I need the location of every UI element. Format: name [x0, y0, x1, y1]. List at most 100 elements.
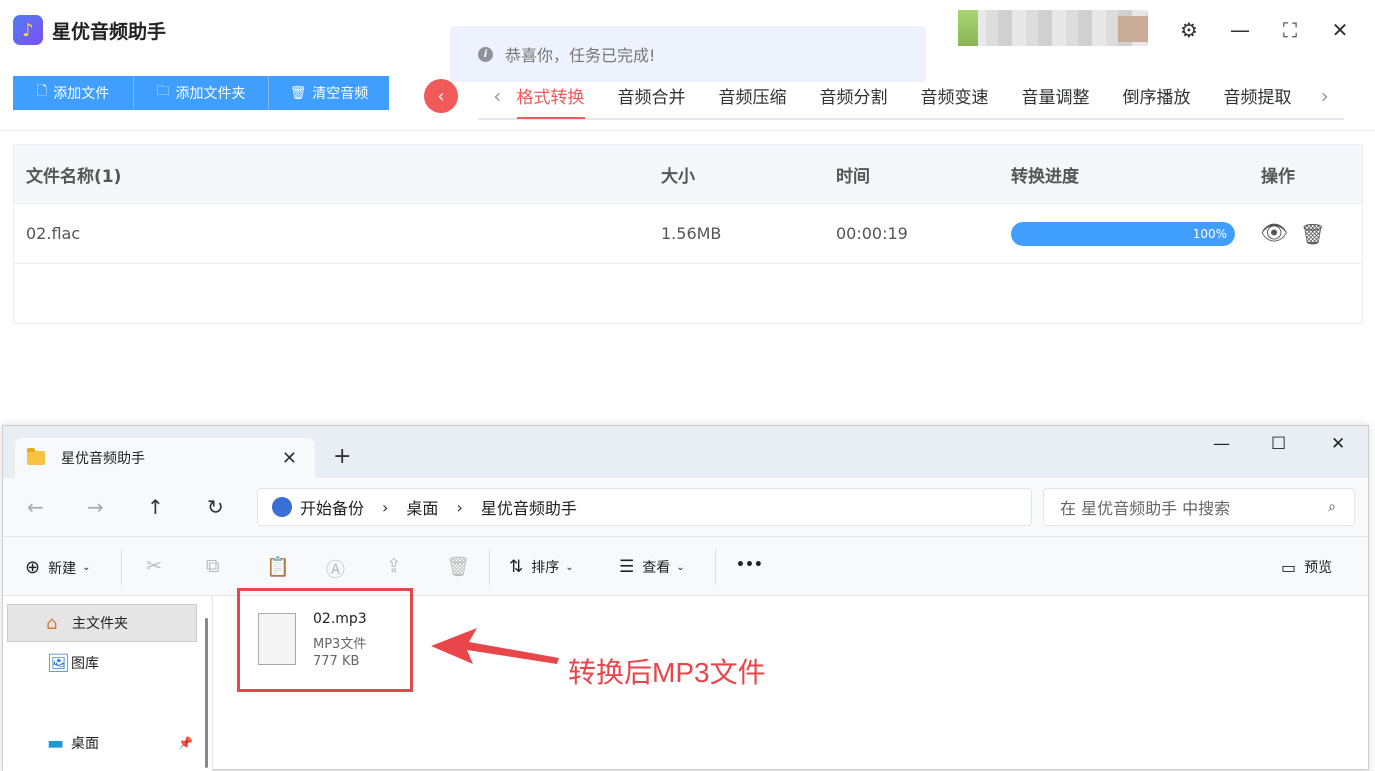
breadcrumb-desktop[interactable]: 桌面: [406, 495, 438, 519]
add-folder-button[interactable]: 🗀 添加文件夹: [134, 76, 269, 110]
trash-icon: 🗑: [289, 85, 307, 101]
clear-audio-label: 清空音频: [312, 86, 369, 102]
back-arrow-icon[interactable]: ←: [27, 495, 44, 519]
close-icon[interactable]: ✕: [1328, 18, 1352, 42]
settings-sliders-icon[interactable]: ⚙: [1177, 18, 1201, 42]
file-size: 777 KB: [313, 654, 360, 669]
tab-format-convert[interactable]: 格式转换: [516, 78, 585, 119]
file-icon: 🗋: [36, 84, 48, 99]
collapse-back-button[interactable]: ‹: [424, 79, 458, 113]
file-explorer-window: 星优音频助手 ✕ + — ☐ ✕ ← → ↑ ↻ 开始备份 › 桌面 › 星优音…: [2, 425, 1369, 771]
add-file-button[interactable]: 🗋 添加文件: [13, 76, 134, 110]
more-options-icon[interactable]: •••: [736, 557, 763, 573]
sidebar-item-label: 图库: [71, 656, 99, 672]
up-arrow-icon[interactable]: ↑: [147, 495, 164, 519]
explorer-close-icon[interactable]: ✕: [1331, 434, 1345, 454]
tab-reverse-play[interactable]: 倒序播放: [1123, 78, 1191, 117]
new-label: 新建: [48, 560, 77, 577]
preview-pane-icon: ▭: [1281, 557, 1297, 577]
table-row[interactable]: 02.flac 1.56MB 00:00:19 100% 👁 🗑: [14, 204, 1362, 264]
tab-audio-compress[interactable]: 音频压缩: [719, 78, 787, 117]
delete-icon[interactable]: 🗑: [446, 555, 470, 578]
delete-trash-icon[interactable]: 🗑: [1300, 222, 1325, 246]
explorer-tab[interactable]: 星优音频助手 ✕: [15, 438, 315, 478]
breadcrumb-folder[interactable]: 星优音频助手: [481, 495, 577, 519]
tab-volume-adjust[interactable]: 音量调整: [1022, 78, 1090, 117]
tab-audio-merge[interactable]: 音频合并: [618, 78, 686, 117]
paste-icon[interactable]: 📋: [266, 555, 290, 578]
preview-eye-icon[interactable]: 👁: [1260, 221, 1288, 246]
folder-icon: 🗀: [156, 84, 170, 99]
folder-icon: [27, 448, 45, 465]
chevron-down-icon: ⌄: [676, 561, 685, 573]
user-avatar[interactable]: [958, 10, 1148, 46]
tab-audio-split[interactable]: 音频分割: [820, 78, 888, 117]
toast-message: 恭喜你，任务已完成!: [505, 46, 656, 65]
sort-icon: ⇅: [509, 557, 524, 577]
app-logo-icon: ♪: [13, 15, 43, 45]
plus-circle-icon: ⊕: [25, 557, 41, 578]
chevron-down-icon: ⌄: [565, 561, 574, 573]
view-button[interactable]: ☰ 查看 ⌄: [619, 557, 685, 577]
pin-icon[interactable]: 📌: [178, 736, 193, 750]
home-icon: ⌂: [46, 612, 58, 634]
maximize-icon[interactable]: ⛶: [1278, 18, 1302, 42]
rename-icon[interactable]: Ⓐ: [326, 555, 345, 582]
sort-button[interactable]: ⇅ 排序 ⌄: [509, 557, 574, 577]
col-progress: 转换进度: [1011, 166, 1079, 187]
copy-icon[interactable]: ⧉: [206, 555, 220, 577]
explorer-tab-title: 星优音频助手: [61, 451, 145, 467]
sidebar-item-home[interactable]: ⌂ 主文件夹: [7, 604, 197, 642]
forward-arrow-icon[interactable]: →: [87, 495, 104, 519]
row-filename: 02.flac: [26, 224, 81, 243]
file-item-highlight[interactable]: 02.mp3 MP3文件 777 KB: [237, 588, 413, 692]
file-name: 02.mp3: [313, 611, 367, 627]
sidebar-scrollbar[interactable]: [205, 618, 208, 768]
tabs-prev-icon[interactable]: ‹: [478, 78, 517, 114]
preview-button[interactable]: ▭ 预览: [1281, 557, 1332, 577]
tab-audio-extract[interactable]: 音频提取: [1224, 78, 1292, 117]
explorer-minimize-icon[interactable]: —: [1213, 434, 1230, 454]
view-list-icon: ☰: [619, 557, 635, 577]
cut-icon[interactable]: ✂: [146, 555, 162, 577]
new-button[interactable]: ⊕ 新建 ⌄: [25, 557, 90, 578]
breadcrumb-separator-icon: ›: [456, 497, 463, 517]
row-time: 00:00:19: [836, 224, 908, 243]
sidebar-item-label: 桌面: [71, 736, 99, 752]
address-bar[interactable]: 开始备份 › 桌面 › 星优音频助手: [257, 488, 1032, 526]
chevron-down-icon: ⌄: [82, 562, 91, 573]
tabs-next-icon[interactable]: ›: [1306, 78, 1345, 114]
share-icon[interactable]: ⇪: [386, 555, 402, 577]
success-toast: i 恭喜你，任务已完成!: [450, 26, 926, 82]
table-header: 文件名称(1) 大小 时间 转换进度 操作: [14, 145, 1362, 204]
minimize-icon[interactable]: —: [1228, 18, 1252, 42]
info-icon: i: [478, 46, 493, 62]
explorer-maximize-icon[interactable]: ☐: [1271, 434, 1286, 454]
breadcrumb-separator-icon: ›: [382, 497, 389, 517]
explorer-titlebar: 星优音频助手 ✕ + — ☐ ✕: [3, 426, 1368, 478]
col-size: 大小: [661, 166, 695, 187]
annotation-arrow-icon: [431, 628, 559, 664]
explorer-nav-bar: ← → ↑ ↻ 开始备份 › 桌面 › 星优音频助手 在 星优音频助手 中搜索 …: [3, 478, 1368, 536]
new-tab-plus-icon[interactable]: +: [333, 444, 351, 469]
clear-audio-button[interactable]: 🗑 清空音频: [269, 76, 389, 110]
breadcrumb-backup[interactable]: 开始备份: [300, 495, 364, 519]
divider: [121, 549, 122, 585]
desktop-icon: ▬: [47, 732, 65, 754]
feature-tabs: ‹ 格式转换 音频合并 音频压缩 音频分割 音频变速 音量调整 倒序播放 音频提…: [478, 78, 1344, 120]
gallery-icon: 🖼: [47, 652, 70, 674]
explorer-sidebar: ⌂ 主文件夹 🖼 图库 ▬ 桌面 📌: [3, 596, 213, 771]
add-folder-label: 添加文件夹: [175, 86, 246, 102]
preview-label: 预览: [1304, 560, 1333, 576]
divider: [489, 549, 490, 585]
refresh-icon[interactable]: ↻: [207, 495, 224, 519]
document-icon: [258, 613, 296, 665]
sidebar-item-desktop[interactable]: ▬ 桌面 📌: [7, 724, 197, 762]
app-title: 星优音频助手: [52, 21, 167, 43]
sidebar-item-label: 主文件夹: [72, 616, 128, 632]
explorer-search-input[interactable]: 在 星优音频助手 中搜索 ⌕: [1043, 488, 1355, 526]
sidebar-item-gallery[interactable]: 🖼 图库: [7, 644, 197, 682]
toolbar: 🗋 添加文件 🗀 添加文件夹 🗑 清空音频: [13, 76, 389, 110]
tab-close-icon[interactable]: ✕: [282, 448, 297, 469]
tab-audio-speed[interactable]: 音频变速: [921, 78, 989, 117]
